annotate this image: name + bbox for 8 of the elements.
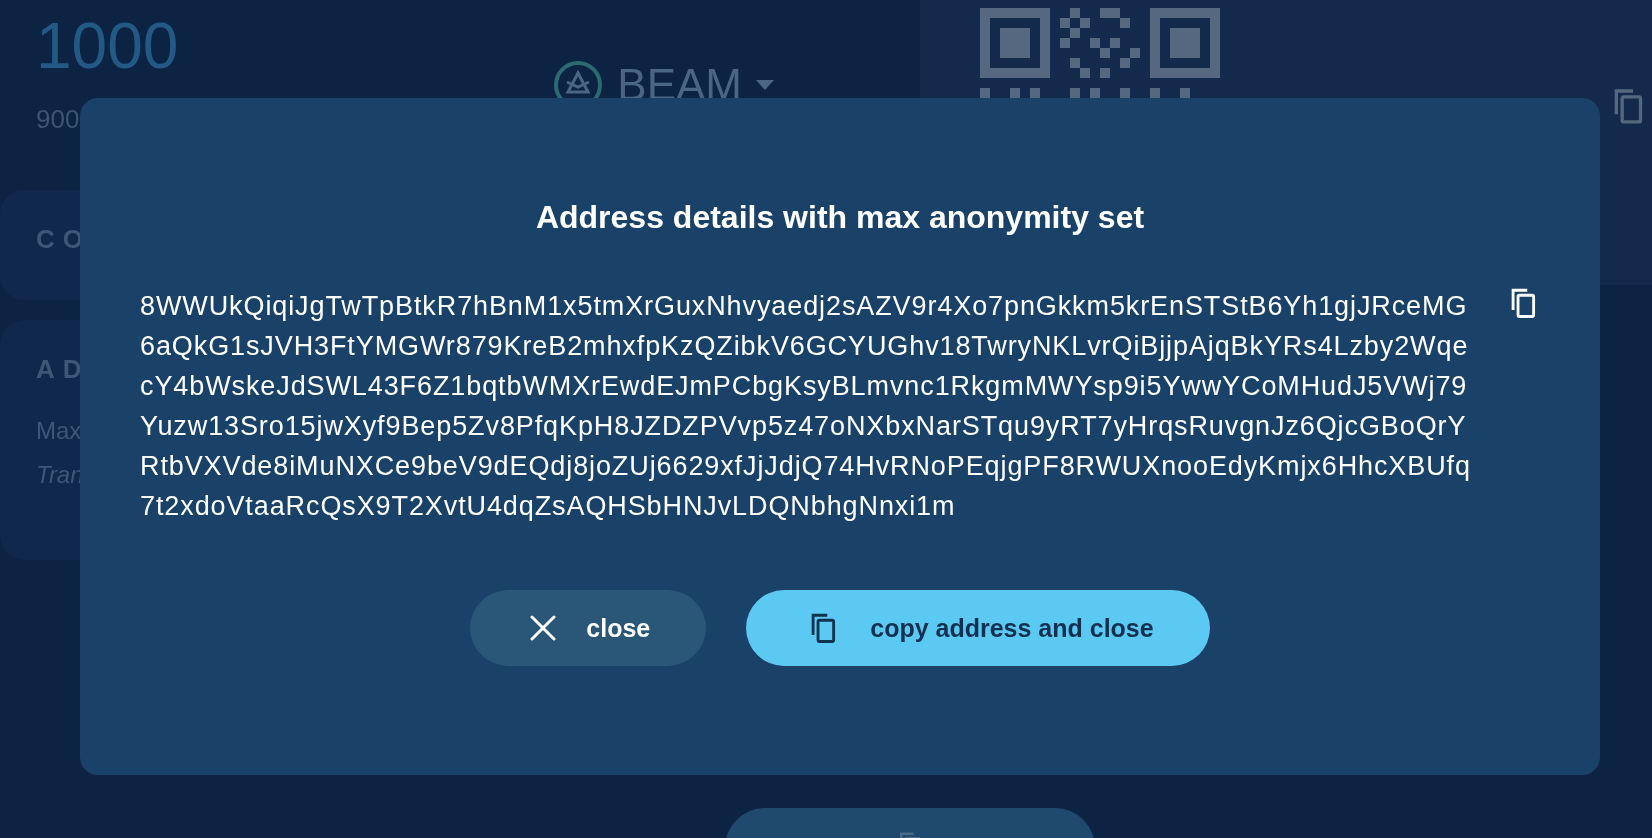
copy-close-button[interactable]: copy address and close [746,590,1210,667]
amount-text: 1000 [36,14,179,78]
dialog-title: Address details with max anonymity set [535,198,1145,237]
close-icon [530,615,557,642]
address-text: 8WWUkQiqiJgTwTpBtkR7hBnM1x5tmXrGuxNhvyaedj2sAZV9r4Xo7pnGkkm5krEnSTStB6Yh1gjJRceMG6aQkG1sJVH3FtYMGWr879KreB2mhxfpKzQZibkV6GCYUGhv18TwryNKLvrQiBjjpAjqBkYRs4Lzby2WqecY4bWskeJdSWL43F6Z1bqtbWMXrEwdEJmPCbgKsyBLmvnc1RkgmMWYsp9i5YwwYCoMHudJ5VWj79Yuzw13Sro15jwXyf9Bep5Zv8PfqKpH8JZDZPVvp5z47oNXbxNarSTqu9yRT7yHrqsRuvgnJz6QjcGBoQrYRtbVXVde8iMuNXCe9beV9dEQdj8joZUj6629xfJjJdjQ74HvRNoPEqjgPF8RWUXnooEdyKmjx6HhcXBUfq7t2xdoVtaaRcQsX9T2XvtU4dqZsAQHSbHNJvLDQNbhgNnxi1m [140,290,1472,524]
caret-icon[interactable] [756,80,774,90]
qr-code-icon [980,8,1220,98]
close-button[interactable]: close [470,590,707,667]
